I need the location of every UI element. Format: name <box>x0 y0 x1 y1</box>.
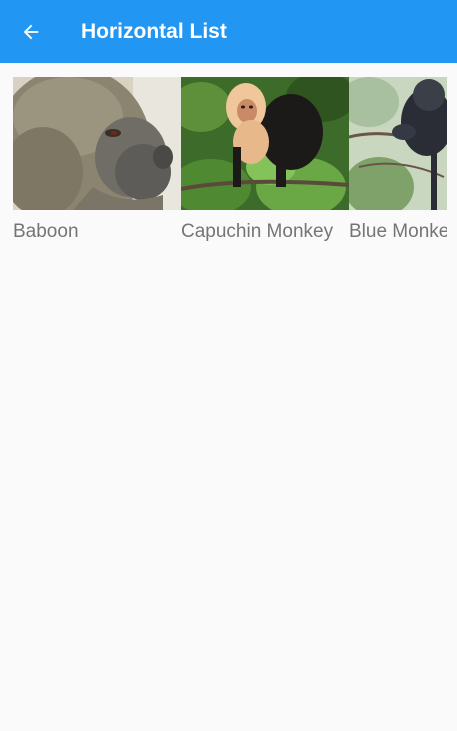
item-label: Blue Monkey <box>349 221 447 242</box>
item-label: Capuchin Monkey <box>181 221 334 242</box>
list-item-baboon[interactable]: Baboon <box>13 77 181 257</box>
capuchin-monkey-photo <box>181 77 349 210</box>
baboon-photo <box>13 77 181 210</box>
app-bar: Horizontal List <box>0 0 457 63</box>
page-title: Horizontal List <box>81 20 227 43</box>
list-item-blue-monkey[interactable]: Blue Monkey <box>349 77 447 257</box>
blue-monkey-photo <box>349 77 447 210</box>
horizontal-list-track: Baboon Capuchin Monkey Blue Monke <box>13 77 447 257</box>
horizontal-list[interactable]: Baboon Capuchin Monkey Blue Monke <box>13 77 447 731</box>
list-item-capuchin-monkey[interactable]: Capuchin Monkey <box>181 77 349 257</box>
back-button[interactable] <box>14 15 48 49</box>
arrow-left-icon <box>23 24 39 40</box>
item-label: Baboon <box>13 221 79 242</box>
